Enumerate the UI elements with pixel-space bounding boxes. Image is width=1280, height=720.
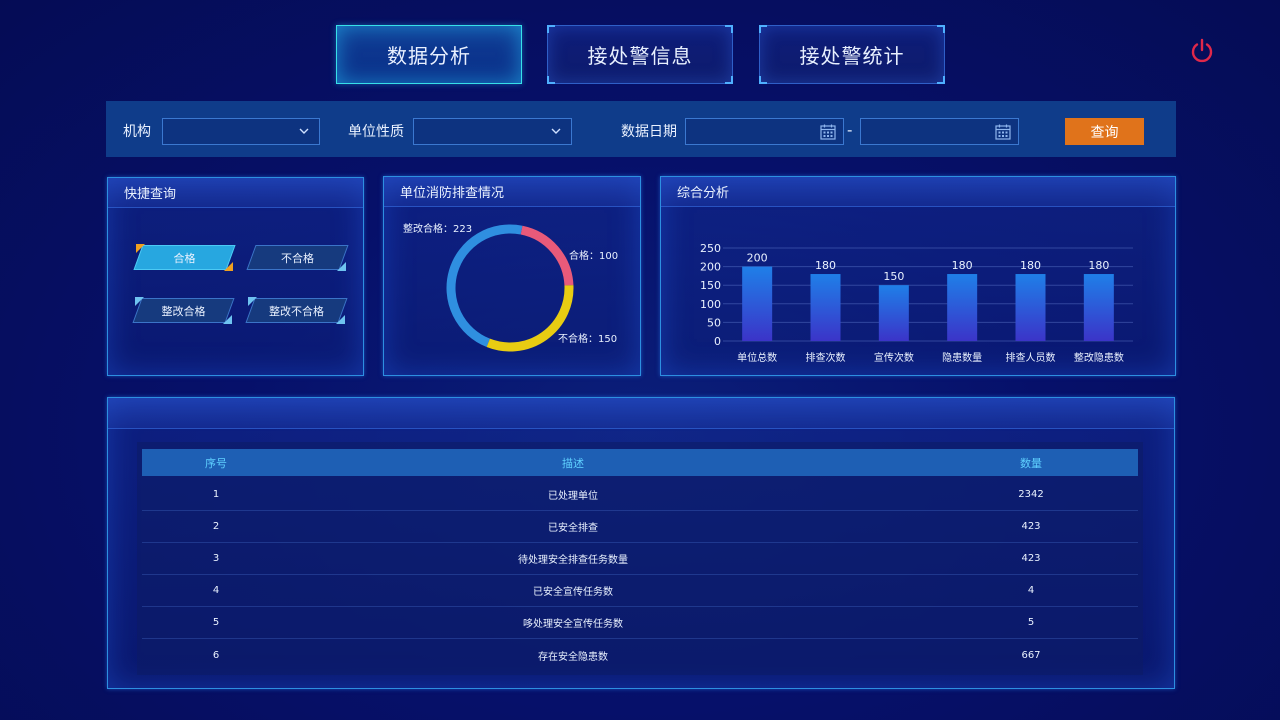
bar [742, 266, 773, 341]
chevron-down-icon [551, 128, 561, 134]
row-count: 5 [1027, 617, 1035, 628]
donut-label-qualified: 合格：100 [569, 251, 619, 262]
y-tick-label: 50 [707, 316, 721, 329]
chevron-down-icon [299, 128, 309, 134]
query-button-label: 查询 [1090, 124, 1119, 141]
y-tick-label: 100 [700, 298, 721, 311]
row-count: 423 [1021, 521, 1041, 532]
inspection-panel: 单位消防排查情况 整改合格：223 合格：100 不合格：150 [383, 176, 641, 376]
row-index: 4 [212, 585, 220, 596]
donut-segment [446, 224, 523, 348]
y-tick-label: 250 [700, 242, 721, 255]
bar-value-label: 180 [1020, 259, 1041, 272]
table-row[interactable]: 1 已处理单位 2342 [142, 479, 1138, 511]
table-header-row: 序号 描述 数量 [142, 449, 1138, 476]
table-panel-header [108, 398, 1174, 429]
unit-type-label: 单位性质 [348, 124, 404, 140]
table-row[interactable]: 5 哆处理安全宣传任务数 5 [142, 607, 1138, 639]
x-tick-label: 排查人员数 [1006, 351, 1056, 364]
bar-chart: 0 50 100 150 200 250 200 单位总数 180 排查次数 150 宣传次数 180 隐… [700, 242, 1133, 364]
date-end-input[interactable] [860, 118, 1019, 145]
row-description: 存在安全隐患数 [538, 651, 608, 663]
panel-title: 快捷查询 [108, 178, 363, 208]
y-tick-label: 200 [700, 261, 721, 274]
row-count: 4 [1027, 585, 1035, 596]
row-index: 3 [212, 553, 220, 564]
donut-segment [486, 285, 574, 352]
calendar-icon[interactable] [819, 123, 837, 141]
quick-btn-label: 不合格 [281, 251, 314, 265]
x-tick-label: 单位总数 [737, 351, 777, 364]
quick-btn-label: 整改合格 [161, 304, 206, 318]
donut-segment [520, 225, 574, 286]
query-button[interactable]: 查询 [1065, 118, 1144, 145]
bar [878, 285, 909, 341]
row-description: 已安全宣传任务数 [533, 587, 613, 598]
bar-value-label: 180 [815, 259, 836, 272]
bar-value-label: 180 [952, 259, 973, 272]
power-icon[interactable] [1188, 37, 1216, 65]
table-row[interactable]: 3 待处理安全排查任务数量 423 [142, 543, 1138, 575]
bar-value-label: 200 [747, 252, 768, 265]
table-row[interactable]: 4 已安全宣传任务数 4 [142, 575, 1138, 607]
date-label: 数据日期 [621, 124, 677, 140]
table-row[interactable]: 6 存在安全隐患数 667 [142, 639, 1138, 671]
tab-label: 数据分析 [387, 44, 471, 68]
row-description: 已安全排查 [548, 523, 598, 534]
tab-alarm-info[interactable]: 接处警信息 [547, 25, 733, 84]
unit-type-select[interactable] [413, 118, 572, 145]
quick-btn-rectified[interactable]: 整改合格 [132, 297, 235, 324]
row-index: 5 [212, 617, 220, 628]
date-separator: - [847, 121, 853, 139]
row-description: 哆处理安全宣传任务数 [523, 619, 623, 630]
donut-label-rectified: 整改合格：223 [403, 224, 473, 235]
tab-label: 接处警统计 [799, 44, 905, 68]
quick-btn-unqualified[interactable]: 不合格 [246, 245, 349, 271]
x-tick-label: 排查次数 [806, 351, 846, 364]
tab-alarm-stats[interactable]: 接处警统计 [759, 25, 945, 84]
x-tick-label: 隐患数量 [942, 351, 982, 364]
org-select[interactable] [162, 118, 320, 145]
y-tick-label: 0 [714, 335, 721, 348]
row-description: 待处理安全排查任务数量 [518, 555, 628, 566]
row-description: 已处理单位 [548, 491, 598, 502]
x-tick-label: 宣传次数 [874, 351, 914, 364]
row-index: 6 [212, 649, 220, 661]
row-count: 2342 [1018, 489, 1044, 500]
quick-btn-label: 合格 [173, 251, 196, 265]
bar-value-label: 180 [1088, 259, 1109, 272]
tab-label: 接处警信息 [587, 44, 693, 68]
bar [1083, 274, 1114, 341]
donut-label-unqualified: 不合格：150 [558, 334, 618, 345]
row-count: 667 [1021, 649, 1041, 661]
bar [1015, 274, 1046, 341]
quick-btn-not-rectified[interactable]: 整改不合格 [245, 297, 348, 324]
calendar-icon[interactable] [994, 123, 1012, 141]
header-description: 描述 [562, 456, 584, 470]
row-index: 2 [212, 521, 220, 532]
header-index: 序号 [205, 456, 227, 470]
table-row[interactable]: 2 已安全排查 423 [142, 511, 1138, 543]
bar-value-label: 150 [883, 270, 904, 283]
date-start-input[interactable] [685, 118, 844, 145]
header-count: 数量 [1020, 456, 1042, 470]
bar [947, 274, 978, 341]
quick-btn-qualified[interactable]: 合格 [133, 244, 236, 271]
bar [810, 274, 841, 341]
row-count: 423 [1021, 553, 1041, 564]
row-index: 1 [212, 489, 220, 500]
tab-data-analysis[interactable]: 数据分析 [336, 25, 522, 84]
org-label: 机构 [123, 124, 151, 140]
x-tick-label: 整改隐患数 [1074, 351, 1124, 364]
data-table: 序号 描述 数量 1 已处理单位 2342 2 已安全排查 423 3 待处理安… [137, 442, 1143, 675]
filter-bar: 机构 单位性质 数据日期 - 查询 [106, 101, 1176, 157]
analysis-panel: 综合分析 0 50 100 150 200 250 200 单位总数 180 排查次数 150 宣传次… [660, 176, 1176, 376]
quick-query-panel: 快捷查询 合格 不合格 整改合格 整改不合格 [107, 177, 364, 376]
quick-btn-label: 整改不合格 [269, 304, 324, 318]
donut-chart [446, 224, 574, 352]
y-tick-label: 150 [700, 279, 721, 292]
